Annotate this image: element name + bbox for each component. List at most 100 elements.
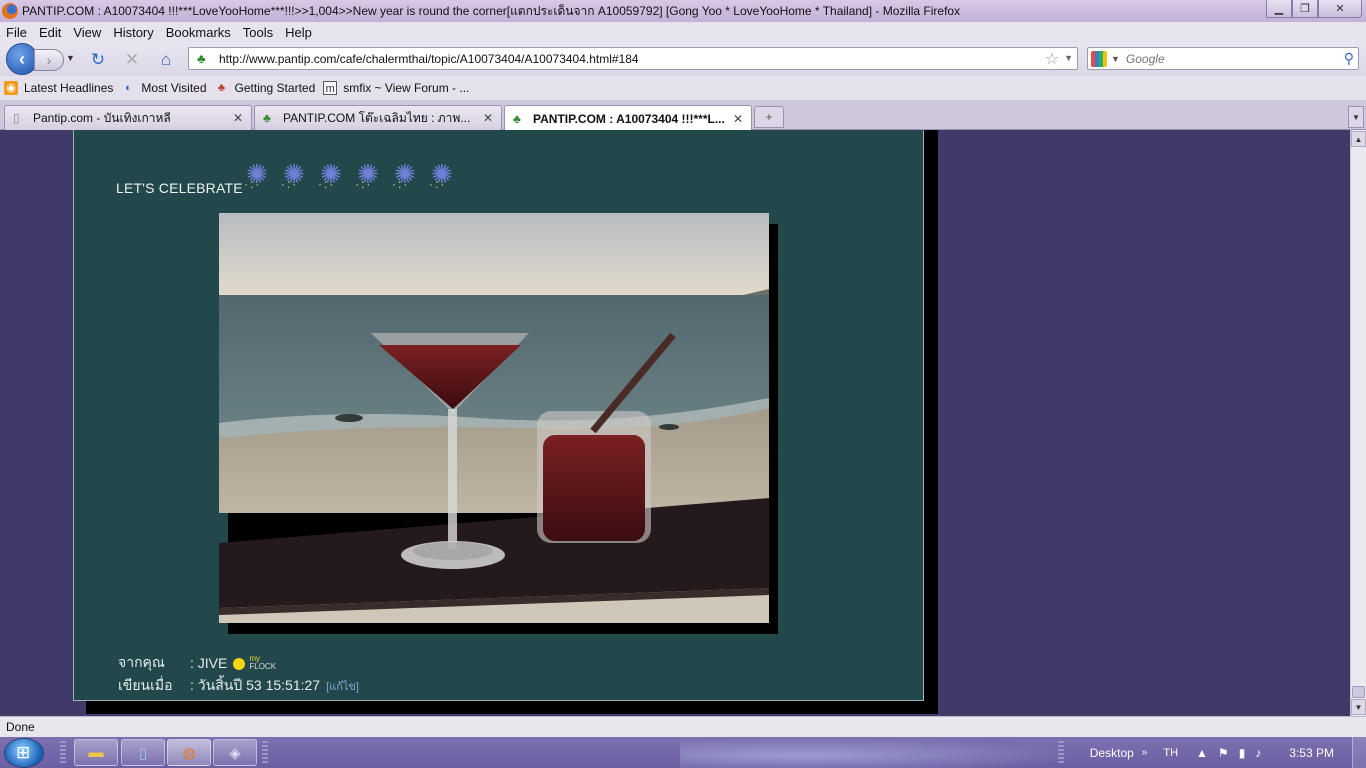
site-favicon-icon: ♣: [197, 50, 206, 66]
firework-icon: [388, 159, 425, 191]
back-arrow-icon: ‹: [19, 48, 25, 69]
bookmarks-toolbar: ◉ Latest Headlines ◐ Most Visited ♣ Gett…: [0, 76, 1366, 100]
url-dropdown-icon[interactable]: ▼: [1064, 53, 1073, 63]
reload-icon[interactable]: ↻: [88, 50, 108, 70]
cocktail-beach-photo: [219, 213, 769, 623]
post-date-line: เขียนเมื่อ : วันสิ้นปี 53 15:51:27 [แก้ไ…: [118, 675, 359, 697]
forum-post: LET'S CELEBRATE ✺ ·:· ✺ ·:· ✺ ·:· ✺ ·:· …: [73, 130, 924, 701]
window-controls: ▁ ❐ ✕: [1266, 0, 1362, 18]
sparkle-animation-image: [240, 158, 464, 192]
taskbar-grip: [1058, 741, 1064, 764]
app-icon: ◈: [229, 744, 241, 762]
cocktail-beach-photo-svg: [219, 213, 769, 623]
firefox-icon: ◍: [182, 744, 196, 762]
tab-pantip-topic-active[interactable]: ♣ PANTIP.COM : A10073404 !!!***L... ✕: [504, 105, 752, 131]
google-icon[interactable]: G: [1091, 50, 1107, 67]
firework-icon: [351, 159, 388, 191]
history-dropdown-icon[interactable]: ▼: [66, 53, 75, 63]
scroll-up-icon[interactable]: ▲: [1351, 131, 1366, 147]
show-hidden-icons-icon[interactable]: ▲: [1196, 746, 1208, 760]
list-all-tabs-button[interactable]: ▼: [1348, 106, 1364, 128]
firework-icon: [277, 159, 314, 191]
tab-pantip-korean-entertainment[interactable]: ▯ Pantip.com - บันเทิงเกาหลี ✕: [4, 105, 252, 130]
minimize-button[interactable]: ▁: [1266, 0, 1292, 18]
new-tab-button[interactable]: +: [754, 106, 784, 128]
bookmark-getting-started[interactable]: ♣ Getting Started: [215, 81, 316, 95]
menu-bookmarks[interactable]: Bookmarks: [166, 25, 231, 40]
written-label: เขียนเมื่อ: [118, 677, 173, 693]
bookmark-smfix[interactable]: m smfix ~ View Forum - ...: [323, 81, 469, 95]
home-icon[interactable]: ⌂: [156, 50, 176, 70]
vertical-scrollbar[interactable]: ▲ ▼: [1350, 130, 1366, 716]
window-icon: ▯: [138, 744, 148, 762]
bookmark-latest-headlines[interactable]: ◉ Latest Headlines: [4, 81, 113, 95]
explorer-taskbar-button[interactable]: ▬: [74, 739, 118, 766]
title-bar: PANTIP.COM : A10073404 !!!***LoveYooHome…: [0, 0, 1366, 22]
chevron-down-icon: ▼: [1352, 112, 1360, 122]
search-engine-dropdown-icon[interactable]: ▼: [1111, 54, 1120, 64]
clock[interactable]: 3:53 PM: [1289, 746, 1334, 760]
tab-label: PANTIP.COM โต๊ะเฉลิมไทย : ภาพ...: [283, 110, 471, 125]
close-window-button[interactable]: ✕: [1318, 0, 1362, 18]
start-button[interactable]: [4, 738, 44, 768]
post-heading: LET'S CELEBRATE: [116, 180, 243, 196]
stop-icon[interactable]: ✕: [122, 50, 142, 70]
language-indicator[interactable]: TH: [1163, 747, 1178, 759]
folder-icon: ▬: [88, 744, 104, 761]
scroll-thumb[interactable]: [1352, 686, 1365, 698]
scroll-down-icon[interactable]: ▼: [1351, 699, 1366, 715]
menu-history[interactable]: History: [113, 25, 153, 40]
tab-label: PANTIP.COM : A10073404 !!!***L...: [533, 111, 725, 126]
close-tab-icon[interactable]: ✕: [483, 111, 493, 125]
document-icon: ▯: [13, 111, 20, 125]
bookmark-label: Getting Started: [234, 81, 316, 95]
volume-icon[interactable]: ♪: [1255, 746, 1261, 760]
page-icon: m: [323, 81, 338, 95]
menu-view[interactable]: View: [73, 25, 101, 40]
menu-edit[interactable]: Edit: [39, 25, 61, 40]
url-text[interactable]: http://www.pantip.com/cafe/chalermthai/t…: [219, 52, 639, 66]
show-desktop-button[interactable]: [1352, 737, 1366, 768]
tab-label: Pantip.com - บันเทิงเกาหลี: [33, 110, 171, 125]
forward-button[interactable]: ›: [34, 49, 64, 71]
bookmark-most-visited[interactable]: ◐ Most Visited: [121, 81, 206, 95]
tab-strip: ▯ Pantip.com - บันเทิงเกาหลี ✕ ♣ PANTIP.…: [0, 100, 1366, 131]
search-input[interactable]: [1125, 51, 1326, 66]
address-bar[interactable]: ♣ http://www.pantip.com/cafe/chalermthai…: [188, 47, 1078, 70]
desktop-toolbar[interactable]: Desktop: [1090, 746, 1134, 760]
taskbar-grip: [262, 741, 268, 764]
firefox-icon: [2, 3, 18, 19]
firework-icon: [425, 159, 462, 191]
battery-icon[interactable]: ▮: [1239, 746, 1246, 760]
author-name: : JIVE: [190, 655, 228, 671]
toolbar-chevron-icon[interactable]: »: [1142, 747, 1148, 758]
close-tab-icon[interactable]: ✕: [233, 111, 243, 125]
edit-link[interactable]: [แก้ไข]: [326, 677, 359, 695]
menu-file[interactable]: File: [6, 25, 27, 40]
post-author-line: จากคุณ : JIVE my FLOCK: [118, 652, 277, 674]
navigation-toolbar: ‹ › ▼ ↻ ✕ ⌂ ♣ http://www.pantip.com/cafe…: [0, 42, 1366, 76]
firework-icon: [314, 159, 351, 191]
bookmark-label: Latest Headlines: [24, 81, 114, 95]
menu-tools[interactable]: Tools: [243, 25, 273, 40]
window-switcher-taskbar-button[interactable]: ▯: [121, 739, 165, 766]
page-content: LET'S CELEBRATE ✺ ·:· ✺ ·:· ✺ ·:· ✺ ·:· …: [0, 130, 1350, 716]
bookmark-star-icon[interactable]: ☆: [1045, 49, 1059, 69]
firework-icon: [240, 159, 277, 191]
myflock-link[interactable]: my FLOCK: [249, 655, 277, 671]
search-bar[interactable]: G ▼ ⚲: [1087, 47, 1359, 70]
firefox-taskbar-button[interactable]: ◍: [167, 739, 211, 766]
window-title: PANTIP.COM : A10073404 !!!***LoveYooHome…: [22, 3, 961, 18]
pantip-icon: ♣: [263, 111, 271, 125]
system-tray: Desktop » TH ▲ ⚑ ▮ ♪ 3:53 PM: [1090, 737, 1366, 768]
app-taskbar-button[interactable]: ◈: [213, 739, 257, 766]
action-center-flag-icon[interactable]: ⚑: [1218, 746, 1229, 760]
maximize-button[interactable]: ❐: [1292, 0, 1318, 18]
menu-bar: File Edit View History Bookmarks Tools H…: [0, 22, 1366, 42]
status-bar: Done: [0, 716, 1366, 737]
tab-pantip-chalermthai[interactable]: ♣ PANTIP.COM โต๊ะเฉลิมไทย : ภาพ... ✕: [254, 105, 502, 130]
menu-help[interactable]: Help: [285, 25, 312, 40]
close-tab-icon[interactable]: ✕: [733, 112, 743, 126]
bookmark-label: smfix ~ View Forum - ...: [343, 81, 470, 95]
search-icon[interactable]: ⚲: [1344, 50, 1354, 67]
